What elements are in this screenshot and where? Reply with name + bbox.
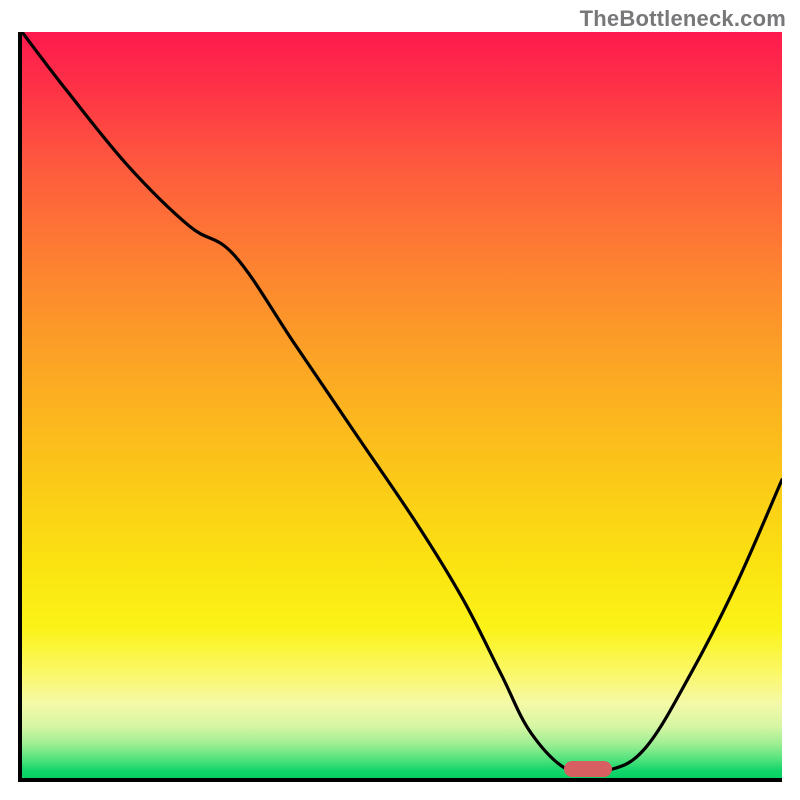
watermark-text: TheBottleneck.com [580,6,786,32]
bottleneck-chart: TheBottleneck.com [0,0,800,800]
bottleneck-curve [22,32,782,778]
plot-area [18,32,782,782]
optimal-marker [564,761,612,777]
